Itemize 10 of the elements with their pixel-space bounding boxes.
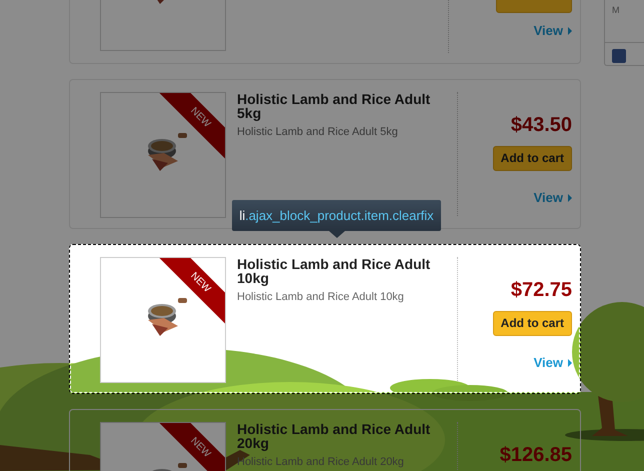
product-title[interactable]: Holistic Lamb and Rice Adult 10kg — [237, 257, 457, 285]
product-description: Holistic Lamb and Rice Adult 5kg — [237, 126, 399, 138]
view-link[interactable]: View — [534, 21, 572, 40]
add-to-cart-button[interactable]: Add to cart — [492, 146, 572, 171]
selector-text: li.ajax_block_product.item.clearfix — [239, 206, 434, 225]
price-text: $43.50 — [510, 113, 572, 137]
sidebar-text: M — [612, 4, 620, 16]
view-link[interactable]: View — [534, 188, 572, 208]
product-title[interactable]: Holistic Lamb and Rice Adult 5kg — [237, 92, 457, 120]
price-text: $72.75 — [510, 278, 572, 302]
